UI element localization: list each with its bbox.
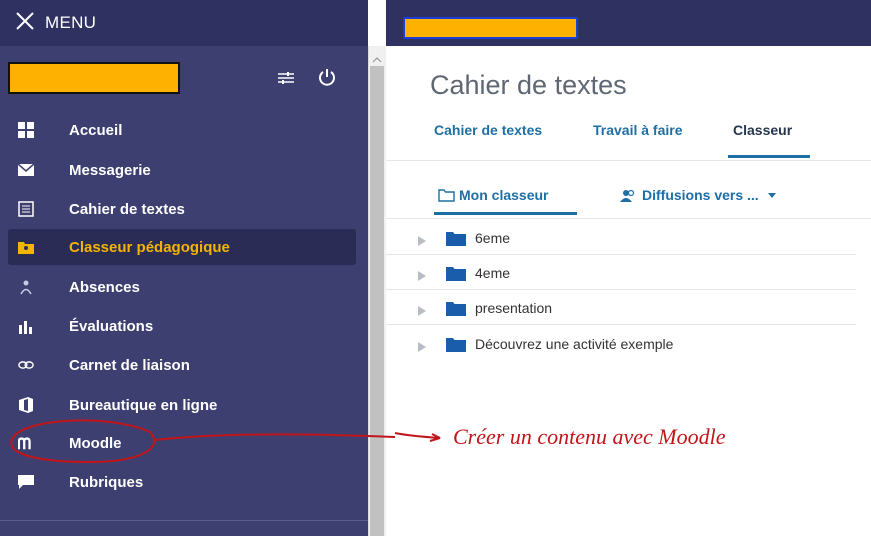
folder-label: presentation (475, 300, 553, 316)
sidebar-item-label: Évaluations (69, 317, 154, 335)
link-icon (18, 357, 34, 373)
office-icon (18, 397, 34, 413)
folder-row[interactable]: 4eme (386, 256, 856, 290)
sidebar-item-carnet-de-liaison[interactable]: Carnet de liaison (8, 347, 356, 383)
folder-row[interactable]: Découvrez une activité exemple (386, 327, 856, 361)
chat-icon (18, 474, 34, 490)
scrollbar-thumb[interactable] (370, 66, 384, 536)
tabs-divider (386, 160, 871, 161)
menu-label[interactable]: MENU (45, 13, 96, 33)
sidebar-item-label: Moodle (69, 434, 122, 452)
sidebar-item-label: Carnet de liaison (69, 356, 190, 374)
sidebar-item-label: Classeur pédagogique (69, 238, 230, 256)
folder-icon (446, 266, 466, 281)
caret-right-icon[interactable] (418, 303, 426, 316)
folder-label: 4eme (475, 265, 511, 281)
scroll-up-arrow-icon[interactable] (372, 52, 382, 63)
folder-label: Découvrez une activité exemple (475, 336, 674, 352)
users-icon (620, 189, 636, 202)
folder-row[interactable]: presentation (386, 291, 856, 325)
subtabs-divider (386, 218, 871, 219)
active-subtab-indicator (434, 212, 577, 215)
folder-outline-icon (438, 188, 455, 202)
redacted-header-text (403, 17, 578, 39)
sidebar-item-absences[interactable]: Absences (8, 269, 356, 305)
sidebar-item-classeur-pedagogique[interactable]: Classeur pédagogique (8, 229, 356, 265)
subtab-diffusions[interactable]: Diffusions vers ... (620, 187, 776, 203)
mail-icon (18, 162, 34, 178)
sidebar-divider (0, 520, 368, 521)
sidebar-item-evaluations[interactable]: Évaluations (8, 308, 356, 344)
power-icon[interactable] (317, 67, 337, 87)
sidebar-item-label: Messagerie (69, 161, 151, 179)
bar-chart-icon (18, 318, 34, 334)
annotation-text: Créer un contenu avec Moodle (453, 424, 726, 449)
folder-row[interactable]: 6eme (386, 221, 856, 255)
sidebar-item-label: Accueil (69, 121, 123, 139)
sidebar-item-label: Cahier de textes (69, 200, 185, 218)
sidebar-item-accueil[interactable]: Accueil (8, 112, 356, 148)
caret-right-icon[interactable] (418, 233, 426, 246)
tab-travail-a-faire[interactable]: Travail à faire (593, 122, 683, 138)
grid-icon (18, 122, 34, 138)
subtab-label: Mon classeur (459, 187, 549, 203)
sidebar-item-moodle[interactable]: Moodle (8, 425, 356, 461)
tab-classeur[interactable]: Classeur (733, 122, 792, 138)
chevron-down-icon (767, 192, 776, 198)
close-icon[interactable] (14, 10, 36, 32)
subtab-mon-classeur[interactable]: Mon classeur (438, 187, 548, 203)
caret-right-icon[interactable] (418, 268, 426, 281)
tab-cahier-de-textes[interactable]: Cahier de textes (434, 122, 542, 138)
sidebar-item-cahier-de-textes[interactable]: Cahier de textes (8, 191, 356, 227)
folder-icon (446, 301, 466, 316)
sidebar-item-messagerie[interactable]: Messagerie (8, 152, 356, 188)
active-tab-indicator (728, 155, 810, 158)
folder-icon (446, 337, 466, 352)
page-title: Cahier de textes (430, 70, 627, 100)
caret-right-icon[interactable] (418, 339, 426, 352)
subtab-label: Diffusions vers ... (642, 187, 759, 203)
sidebar-item-rubriques[interactable]: Rubriques (8, 464, 356, 500)
folder-shared-icon (18, 239, 34, 255)
notebook-icon (18, 201, 34, 217)
settings-sliders-icon[interactable] (277, 70, 295, 86)
absences-icon (18, 279, 34, 295)
folder-label: 6eme (475, 230, 511, 246)
moodle-icon (18, 435, 34, 451)
sidebar-item-bureautique-en-ligne[interactable]: Bureautique en ligne (8, 387, 356, 423)
sidebar-item-label: Absences (69, 278, 140, 296)
sidebar-item-label: Rubriques (69, 473, 144, 491)
folder-icon (446, 231, 466, 246)
sidebar-item-label: Bureautique en ligne (69, 396, 218, 414)
redacted-user-name (8, 62, 180, 94)
